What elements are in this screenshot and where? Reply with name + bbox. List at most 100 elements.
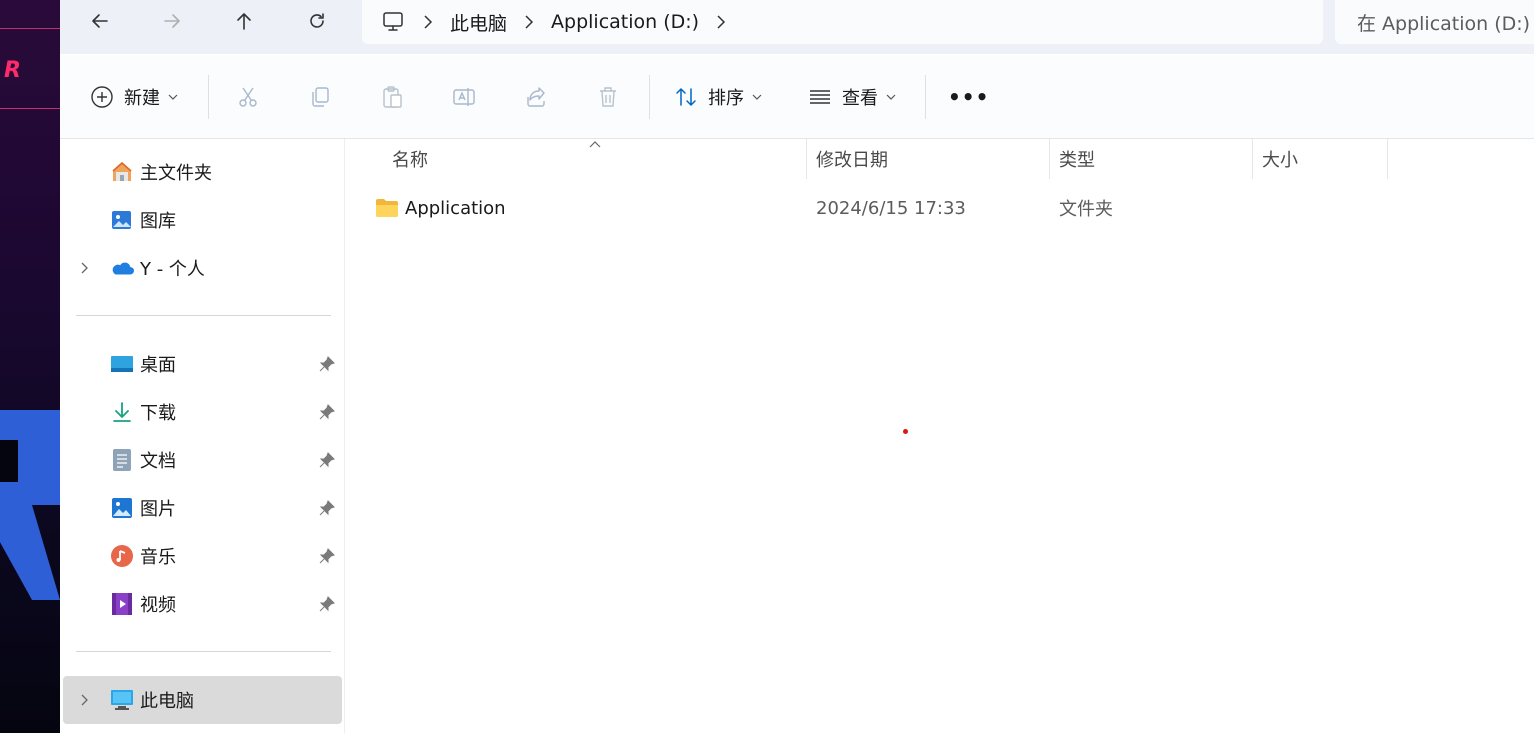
navigation-pane: 主文件夹 图库 Y - 个人 桌面 下载 文档 图片 音乐 视频 此电脑 xyxy=(60,139,345,733)
chevron-down-icon xyxy=(168,94,178,100)
back-button[interactable] xyxy=(80,4,120,38)
pictures-icon xyxy=(110,496,134,520)
sidebar-item-this-pc[interactable]: 此电脑 xyxy=(63,676,342,724)
view-list-icon xyxy=(810,90,830,104)
table-row[interactable]: Application 2024/6/15 17:33 文件夹 xyxy=(370,187,1470,229)
column-divider[interactable] xyxy=(1252,139,1253,179)
paste-button[interactable] xyxy=(380,81,404,113)
sidebar-item-onedrive[interactable]: Y - 个人 xyxy=(60,244,344,292)
pin-icon[interactable] xyxy=(318,595,336,613)
sidebar-item-pictures[interactable]: 图片 xyxy=(60,484,344,532)
rename-button[interactable] xyxy=(452,81,476,113)
column-divider[interactable] xyxy=(1049,139,1050,179)
sidebar-item-label: 主文件夹 xyxy=(140,163,212,184)
column-header-label: 类型 xyxy=(1059,150,1095,171)
sidebar-item-desktop[interactable]: 桌面 xyxy=(60,340,344,388)
command-bar: 新建 排序 查看 ••• xyxy=(60,55,1534,139)
desktop-icon xyxy=(110,352,134,376)
file-explorer-window: 此电脑 Application (D:) 在 Application (D:) … xyxy=(60,0,1534,733)
file-type: 文件夹 xyxy=(1059,199,1113,220)
rename-icon xyxy=(453,88,475,106)
forward-button[interactable] xyxy=(152,4,192,38)
sort-ascending-icon xyxy=(589,141,601,148)
file-list: 名称 修改日期 类型 大小 Application 2024/6/15 17:3… xyxy=(345,139,1534,733)
cursor-dot xyxy=(903,429,908,434)
refresh-button[interactable] xyxy=(297,4,337,38)
pin-icon[interactable] xyxy=(318,403,336,421)
sidebar-item-label: 图片 xyxy=(140,499,176,520)
column-header-name[interactable]: 名称 xyxy=(392,139,428,179)
share-button[interactable] xyxy=(524,81,548,113)
sidebar-item-label: 视频 xyxy=(140,595,176,616)
column-header-type[interactable]: 类型 xyxy=(1059,139,1095,179)
sort-button[interactable]: 排序 xyxy=(674,81,762,113)
documents-icon xyxy=(110,448,134,472)
search-placeholder: 在 Application (D:) xyxy=(1357,12,1531,35)
column-header-label: 名称 xyxy=(392,150,428,171)
sidebar-item-label: 桌面 xyxy=(140,355,176,376)
sidebar-item-home[interactable]: 主文件夹 xyxy=(60,148,344,196)
chevron-down-icon xyxy=(886,94,896,100)
videos-icon xyxy=(110,592,134,616)
sidebar-item-documents[interactable]: 文档 xyxy=(60,436,344,484)
pin-icon[interactable] xyxy=(318,547,336,565)
pin-icon[interactable] xyxy=(318,499,336,517)
trash-icon xyxy=(600,87,616,107)
arrow-right-icon xyxy=(164,14,180,28)
column-header-modified[interactable]: 修改日期 xyxy=(816,139,888,179)
column-header-size[interactable]: 大小 xyxy=(1262,139,1298,179)
copy-icon xyxy=(312,87,329,107)
scissors-icon xyxy=(239,87,257,107)
view-button[interactable]: 查看 xyxy=(808,81,896,113)
new-label: 新建 xyxy=(124,88,160,109)
breadcrumb-drive[interactable]: Application (D:) xyxy=(551,11,699,33)
arrow-left-icon xyxy=(92,14,108,28)
chevron-right-icon[interactable] xyxy=(78,693,92,707)
music-icon xyxy=(110,544,134,568)
column-divider[interactable] xyxy=(806,139,807,179)
home-icon xyxy=(110,160,134,184)
sidebar-item-downloads[interactable]: 下载 xyxy=(60,388,344,436)
gallery-icon xyxy=(110,208,134,232)
plus-circle-icon xyxy=(91,86,113,108)
chevron-right-icon[interactable] xyxy=(78,261,92,275)
breadcrumb-chevron-icon[interactable] xyxy=(713,14,729,30)
column-divider[interactable] xyxy=(1387,139,1388,179)
this-pc-icon xyxy=(382,10,406,34)
pin-icon[interactable] xyxy=(318,451,336,469)
pin-icon[interactable] xyxy=(318,355,336,373)
breadcrumb-chevron-icon[interactable] xyxy=(521,14,537,30)
address-bar[interactable]: 此电脑 Application (D:) xyxy=(362,0,1323,44)
breadcrumb-this-pc[interactable]: 此电脑 xyxy=(450,9,507,36)
breadcrumb-chevron-icon xyxy=(420,14,436,30)
sidebar-item-label: Y - 个人 xyxy=(140,259,205,280)
sidebar-item-label: 文档 xyxy=(140,451,176,472)
more-icon: ••• xyxy=(948,85,990,109)
sidebar-item-gallery[interactable]: 图库 xyxy=(60,196,344,244)
desktop-wallpaper: R xyxy=(0,0,60,733)
sidebar-item-label: 下载 xyxy=(140,403,176,424)
column-header-label: 修改日期 xyxy=(816,150,888,171)
refresh-icon xyxy=(310,13,324,28)
address-row: 此电脑 Application (D:) 在 Application (D:) xyxy=(60,0,1534,54)
copy-button[interactable] xyxy=(308,81,332,113)
cut-button[interactable] xyxy=(236,81,260,113)
more-options-button[interactable]: ••• xyxy=(948,81,989,113)
sort-label: 排序 xyxy=(708,88,744,109)
sidebar-item-videos[interactable]: 视频 xyxy=(60,580,344,628)
new-button[interactable]: 新建 xyxy=(90,81,178,113)
sidebar-item-label: 图库 xyxy=(140,211,176,232)
file-name: Application xyxy=(405,197,506,219)
sidebar-item-label: 音乐 xyxy=(140,547,176,568)
clipboard-icon xyxy=(383,86,402,108)
onedrive-icon xyxy=(110,256,134,280)
sort-icon xyxy=(676,88,696,106)
download-icon xyxy=(110,400,134,424)
sidebar-item-music[interactable]: 音乐 xyxy=(60,532,344,580)
delete-button[interactable] xyxy=(596,81,620,113)
search-box[interactable]: 在 Application (D:) xyxy=(1335,0,1534,44)
up-button[interactable] xyxy=(224,4,264,38)
file-modified: 2024/6/15 17:33 xyxy=(816,197,966,219)
chevron-down-icon xyxy=(752,94,762,100)
view-label: 查看 xyxy=(842,88,878,109)
